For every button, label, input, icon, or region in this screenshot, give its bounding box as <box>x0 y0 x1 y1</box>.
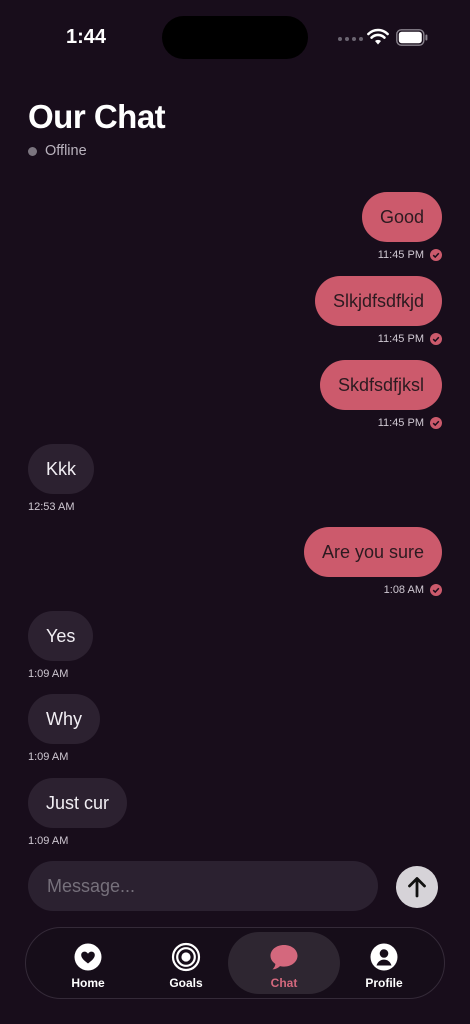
presence-text: Offline <box>45 143 87 159</box>
message-meta: 1:09 AM <box>28 750 68 763</box>
message-meta: 11:45 PM <box>378 248 442 261</box>
message-time: 12:53 AM <box>28 500 75 513</box>
message-received: Kkk 12:53 AM <box>28 444 442 513</box>
message-bubble[interactable]: Skdfsdfjksl <box>319 360 442 410</box>
page-title: Our Chat <box>28 98 166 135</box>
tab-home[interactable]: Home <box>32 932 144 994</box>
message-bubble[interactable]: Just cur <box>28 778 128 828</box>
read-check-icon <box>430 416 442 429</box>
read-check-icon <box>430 248 442 261</box>
message-time: 11:45 PM <box>377 416 424 429</box>
message-received: Just cur 1:09 AM <box>28 778 442 847</box>
message-bubble[interactable]: Good <box>361 192 442 242</box>
message-sent: Are you sure 1:08 AM <box>28 527 442 596</box>
message-time: 11:45 PM <box>377 332 424 345</box>
tab-label: Chat <box>270 976 298 990</box>
message-bubble[interactable]: Kkk <box>28 444 95 494</box>
message-received: Yes 1:09 AM <box>28 611 442 680</box>
person-icon <box>370 943 398 971</box>
cellular-signal-icon <box>338 37 363 41</box>
message-meta: 11:45 PM <box>378 416 442 429</box>
message-sent: Good 11:45 PM <box>28 192 442 261</box>
wifi-icon <box>367 28 389 45</box>
message-time: 11:45 PM <box>377 248 424 261</box>
read-check-icon <box>430 332 442 345</box>
send-button[interactable] <box>396 866 438 908</box>
message-sent: Skdfsdfjksl 11:45 PM <box>28 360 442 429</box>
tab-bar: Home Goals Chat Profile <box>25 927 445 999</box>
message-received: Why 1:09 AM <box>28 694 442 763</box>
arrow-up-icon <box>408 877 426 898</box>
message-bubble[interactable]: Are you sure <box>303 527 442 577</box>
message-input[interactable] <box>28 861 378 911</box>
message-meta: 12:53 AM <box>28 500 74 513</box>
message-meta: 11:45 PM <box>378 332 442 345</box>
presence-dot <box>28 146 37 156</box>
chat-bubble-icon <box>270 945 298 970</box>
presence-status: Offline <box>28 143 87 159</box>
message-time: 1:09 AM <box>28 750 69 763</box>
dynamic-island <box>162 16 308 59</box>
message-bubble[interactable]: Why <box>28 694 100 744</box>
tab-chat[interactable]: Chat <box>228 932 340 994</box>
tab-label: Home <box>71 976 105 990</box>
tab-profile[interactable]: Profile <box>328 932 440 994</box>
target-icon <box>171 942 201 972</box>
tab-label: Goals <box>169 976 203 990</box>
message-meta: 1:09 AM <box>28 667 68 680</box>
message-time: 1:08 AM <box>383 583 424 596</box>
status-bar: 1:44 <box>0 0 470 76</box>
message-time: 1:09 AM <box>28 834 69 847</box>
heart-icon <box>74 943 102 971</box>
tab-goals[interactable]: Goals <box>130 932 242 994</box>
message-sent: Slkjdfsdfkjd 11:45 PM <box>28 276 442 345</box>
message-bubble[interactable]: Slkjdfsdfkjd <box>314 276 442 326</box>
status-time: 1:44 <box>66 26 107 48</box>
message-meta: 1:09 AM <box>28 834 68 847</box>
message-bubble[interactable]: Yes <box>28 611 94 661</box>
tab-label: Profile <box>365 976 403 990</box>
message-meta: 1:08 AM <box>384 583 442 596</box>
message-time: 1:09 AM <box>28 667 69 680</box>
battery-icon <box>396 29 428 46</box>
read-check-icon <box>430 583 442 596</box>
